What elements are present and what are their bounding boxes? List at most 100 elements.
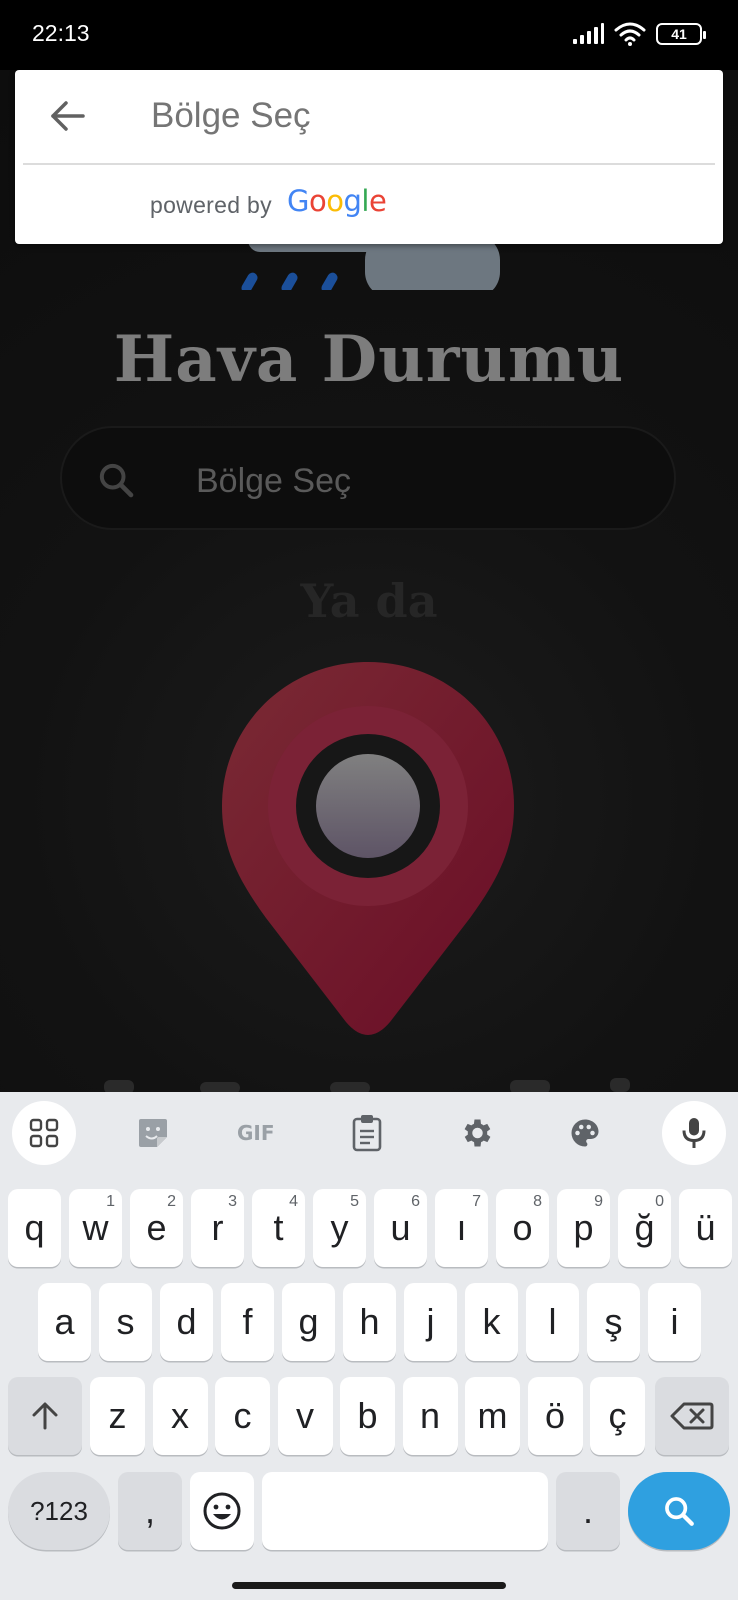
back-arrow-icon[interactable] <box>47 96 87 136</box>
search-icon <box>99 463 134 498</box>
place-autocomplete-card: Bölge Seç powered by Google <box>15 70 723 244</box>
key-row-3: z x c v bnmö ç <box>0 1377 738 1455</box>
key-ı[interactable]: ı7 <box>435 1189 488 1267</box>
key-label: c <box>233 1395 252 1436</box>
place-search-input[interactable]: Bölge Seç <box>151 96 311 136</box>
comma-key[interactable]: , <box>118 1472 182 1550</box>
home-indicator[interactable] <box>232 1582 506 1589</box>
backspace-key[interactable] <box>655 1377 729 1455</box>
key-y[interactable]: y5 <box>313 1189 366 1267</box>
key-c[interactable]: c <box>215 1377 270 1455</box>
shift-key[interactable] <box>8 1377 82 1455</box>
shift-arrow-icon <box>32 1402 58 1430</box>
key-number-hint: 8 <box>533 1193 542 1210</box>
key-label: o <box>512 1207 533 1248</box>
key-number-hint: 2 <box>167 1193 176 1210</box>
key-i[interactable]: i <box>648 1283 701 1361</box>
key-k[interactable]: k <box>465 1283 518 1361</box>
key-ü[interactable]: ü <box>679 1189 732 1267</box>
apps-grid-icon[interactable] <box>12 1101 76 1165</box>
key-number-hint: 4 <box>289 1193 298 1210</box>
key-number-hint: 1 <box>106 1193 115 1210</box>
key-label: r <box>211 1207 224 1248</box>
key-p[interactable]: p9 <box>557 1189 610 1267</box>
key-r[interactable]: r3 <box>191 1189 244 1267</box>
comma-label: , <box>144 1490 155 1531</box>
key-q[interactable]: q <box>8 1189 61 1267</box>
microphone-icon[interactable] <box>662 1101 726 1165</box>
key-o[interactable]: o8 <box>496 1189 549 1267</box>
key-row-2: asd f gh j k l ş i <box>0 1283 738 1361</box>
bottom-text-fragment <box>104 1078 630 1092</box>
keyboard-toolbar: GIF <box>0 1092 738 1172</box>
key-label: p <box>573 1207 594 1248</box>
battery-icon: 41 <box>656 23 706 45</box>
key-ş[interactable]: ş <box>587 1283 640 1361</box>
key-w[interactable]: w1 <box>69 1189 122 1267</box>
google-logo: Google <box>287 184 387 218</box>
key-l[interactable]: l <box>526 1283 579 1361</box>
key-g[interactable]: g <box>282 1283 335 1361</box>
location-search-box[interactable]: Bölge Seç <box>60 426 676 530</box>
key-h[interactable]: h <box>343 1283 396 1361</box>
app-title: Hava Durumu <box>113 322 625 397</box>
key-row-4: ?123 , . <box>0 1472 738 1550</box>
key-row-1: qw1e2r3t4y5u6ı7o8p9ğ0ü <box>0 1189 738 1267</box>
key-label: ö <box>544 1395 566 1436</box>
key-d[interactable]: d <box>160 1283 213 1361</box>
settings-gear-icon[interactable] <box>445 1102 507 1164</box>
key-label: e <box>146 1207 167 1248</box>
palette-icon[interactable] <box>554 1102 616 1164</box>
key-n[interactable]: n <box>402 1377 458 1455</box>
clipboard-icon[interactable] <box>336 1102 398 1164</box>
key-ç[interactable]: ç <box>590 1377 645 1455</box>
powered-by-label: powered by <box>150 192 272 218</box>
key-e[interactable]: e2 <box>130 1189 183 1267</box>
key-label: m <box>477 1395 508 1436</box>
key-m[interactable]: m <box>465 1377 520 1455</box>
key-ö[interactable]: ö <box>527 1377 583 1455</box>
key-label: ğ <box>634 1207 655 1248</box>
key-label: g <box>298 1301 319 1342</box>
location-pin-icon[interactable] <box>220 660 516 1040</box>
symbols-key[interactable]: ?123 <box>8 1472 110 1550</box>
key-z[interactable]: z <box>90 1377 145 1455</box>
key-ğ[interactable]: ğ0 <box>618 1189 671 1267</box>
divider <box>23 163 715 165</box>
backspace-icon <box>670 1402 714 1430</box>
sticker-icon[interactable] <box>122 1102 184 1164</box>
key-u[interactable]: u6 <box>374 1189 427 1267</box>
key-label: h <box>359 1301 380 1342</box>
key-s[interactable]: s <box>99 1283 152 1361</box>
key-number-hint: 5 <box>350 1193 359 1210</box>
key-label: t <box>273 1207 284 1248</box>
key-f[interactable]: f <box>221 1283 274 1361</box>
key-label: l <box>548 1301 557 1342</box>
key-number-hint: 6 <box>411 1193 420 1210</box>
period-key[interactable]: . <box>556 1472 620 1550</box>
gif-icon[interactable]: GIF <box>229 1102 291 1164</box>
search-placeholder: Bölge Seç <box>196 462 351 500</box>
key-label: z <box>108 1395 127 1436</box>
key-label: f <box>242 1301 253 1342</box>
key-label: y <box>330 1207 349 1248</box>
emoji-key[interactable] <box>190 1472 254 1550</box>
key-number-hint: 9 <box>594 1193 603 1210</box>
key-t[interactable]: t4 <box>252 1189 305 1267</box>
signal-icon <box>573 23 604 44</box>
svg-text:GIF: GIF <box>237 1122 275 1144</box>
key-label: s <box>116 1301 135 1342</box>
space-key[interactable] <box>262 1472 548 1550</box>
status-bar: 22:13 41 <box>0 0 738 70</box>
emoji-icon <box>203 1492 241 1530</box>
key-a[interactable]: a <box>38 1283 91 1361</box>
key-label: ç <box>608 1395 627 1436</box>
key-j[interactable]: j <box>404 1283 457 1361</box>
key-label: ı <box>456 1207 467 1248</box>
key-b[interactable]: b <box>340 1377 395 1455</box>
key-x[interactable]: x <box>152 1377 208 1455</box>
key-v[interactable]: v <box>277 1377 333 1455</box>
key-label: n <box>419 1395 441 1436</box>
key-label: x <box>171 1395 189 1436</box>
search-enter-key[interactable] <box>628 1472 730 1550</box>
